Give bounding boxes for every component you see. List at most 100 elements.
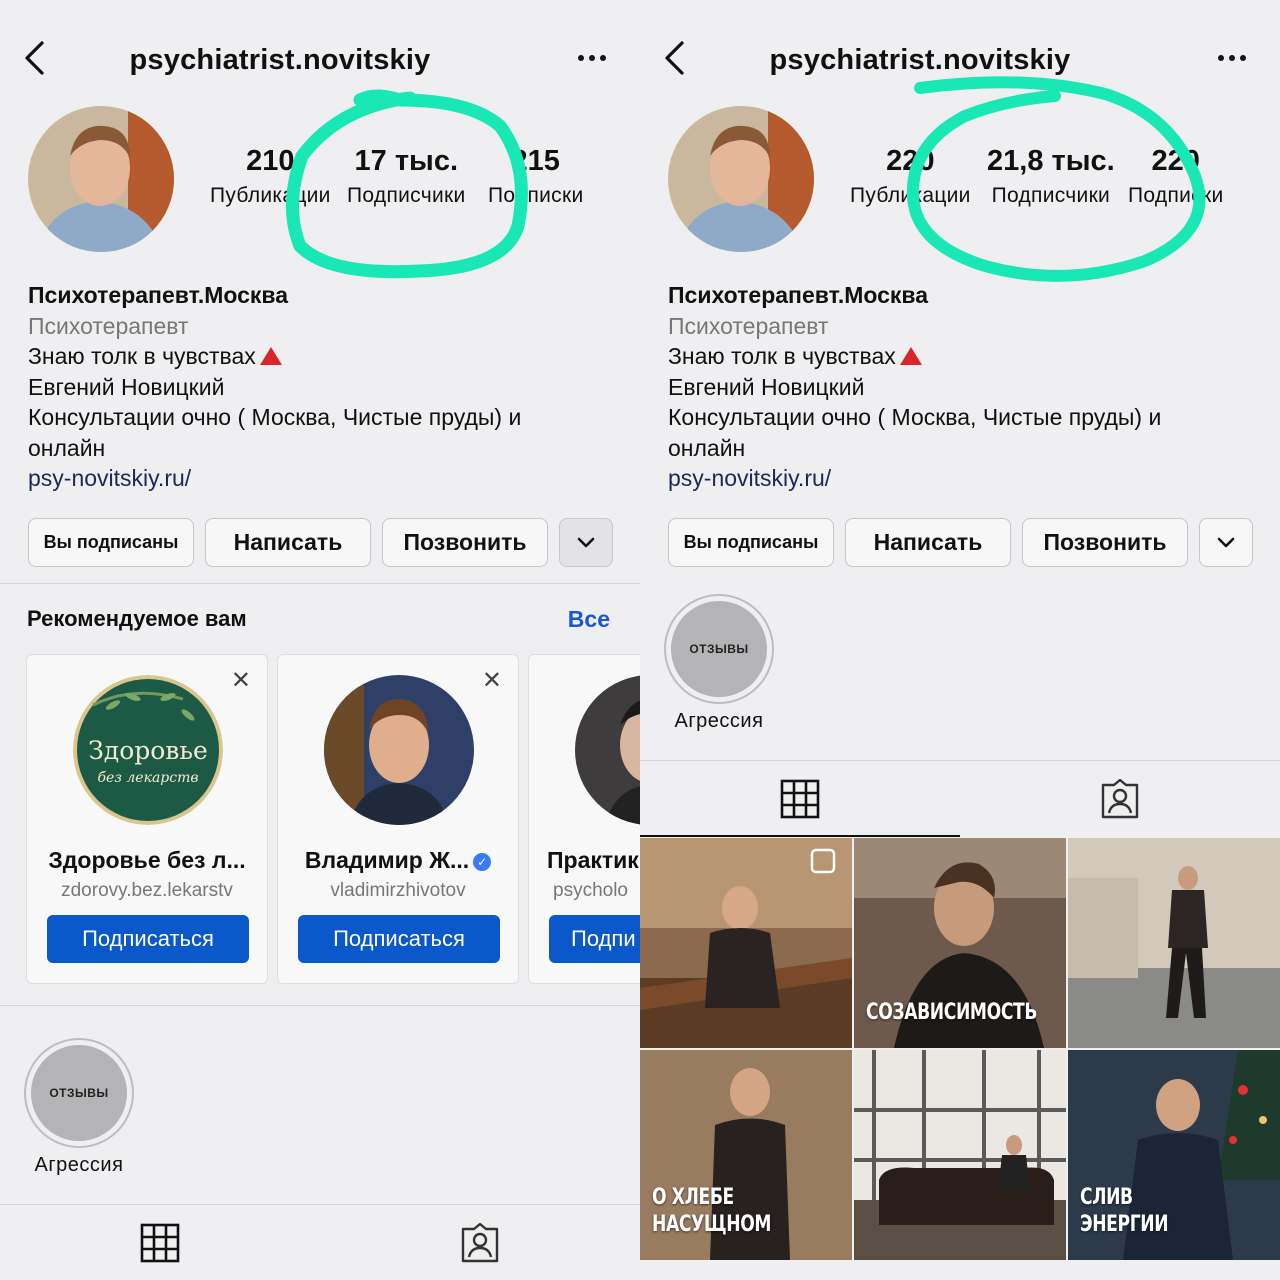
profile-avatar[interactable] [28, 106, 174, 252]
post-caption: О ХЛЕБЕ НАСУЩНОМ [652, 1184, 772, 1238]
followers-stat[interactable]: 21,8 тыс. Подписчики [987, 145, 1115, 208]
subscribed-button[interactable]: Вы подписаны [668, 518, 834, 567]
post-caption: СЛИВ ЭНЕРГИИ [1080, 1184, 1169, 1238]
profile-username: psychiatrist.novitskiy [769, 44, 1071, 76]
posts-stat[interactable]: 210 Публикации [210, 145, 331, 208]
suggestion-card[interactable]: Практик psycholo Подпи [528, 654, 640, 984]
subscribed-button[interactable]: Вы подписаны [28, 518, 194, 567]
suggestion-avatar[interactable] [575, 675, 640, 825]
story-highlight[interactable]: ОТЗЫВЫ [24, 1038, 134, 1148]
tab-posts[interactable] [640, 761, 960, 837]
avatar-subtitle-text: без лекарств [97, 770, 198, 786]
post-caption-line: О ХЛЕБЕ [652, 1185, 734, 1210]
bio-name: Психотерапевт.Москва [28, 282, 289, 308]
profile-bio: Психотерапевт.Москва Психотерапевт Знаю … [28, 280, 628, 494]
followers-count: 17 тыс. [354, 145, 458, 177]
suggestion-name-text: Владимир Ж... [304, 847, 470, 873]
bio-line: онлайн [668, 434, 746, 461]
followers-label: Подписчики [347, 184, 466, 207]
suggestion-name[interactable]: Владимир Ж... ✓ [278, 847, 518, 874]
post-thumbnail[interactable]: СЛИВ ЭНЕРГИИ [1068, 1050, 1280, 1260]
bio-name: Психотерапевт.Москва [668, 282, 929, 308]
post-caption-line: ЭНЕРГИИ [1080, 1212, 1169, 1237]
post-thumbnail[interactable]: О ХЛЕБЕ НАСУЩНОМ [640, 1050, 852, 1260]
post-caption-line: СЛИВ [1080, 1185, 1133, 1210]
suggestion-card[interactable]: ✕ Здоровье без лекарств Здоровье без л..… [26, 654, 268, 984]
tagged-icon [461, 1223, 499, 1263]
bio-line: Евгений Новицкий [668, 373, 865, 400]
tab-posts[interactable] [0, 1205, 320, 1280]
follow-button[interactable]: Подписаться [47, 915, 249, 963]
verified-icon: ✓ [473, 853, 492, 871]
bio-line: Консультации очно ( Москва, Чистые пруды… [668, 404, 1162, 430]
tagged-icon [1101, 779, 1139, 819]
left-screenshot: psychiatrist.novitskiy 210 Публикации 17… [0, 0, 640, 1280]
profile-header: psychiatrist.novitskiy [640, 0, 1280, 110]
bio-line: Консультации очно ( Москва, Чистые пруды… [28, 404, 522, 430]
suggestion-handle: vladimirzhivotov [330, 880, 466, 901]
following-count: 220 [1151, 145, 1200, 177]
follow-button[interactable]: Подписаться [298, 915, 500, 963]
more-icon[interactable] [1218, 55, 1246, 61]
profile-avatar[interactable] [668, 106, 814, 252]
message-button[interactable]: Написать [205, 518, 371, 567]
following-label: Подписки [1128, 184, 1224, 207]
post-caption: СОЗАВИСИМОСТЬ [866, 1000, 1038, 1025]
bio-link[interactable]: psy-novitskiy.ru/ [28, 463, 628, 494]
bio-line-text: Знаю толк в чувствах [28, 343, 256, 369]
post-thumbnail[interactable] [1068, 838, 1280, 1048]
following-count: 215 [511, 145, 560, 177]
bio-category: Психотерапевт [668, 312, 829, 339]
suggestion-avatar[interactable] [324, 675, 474, 825]
profile-stats: 210 Публикации 17 тыс. Подписчики 215 По… [200, 145, 620, 225]
post-thumbnail[interactable] [854, 1050, 1066, 1260]
divider [0, 1005, 640, 1006]
suggestion-name[interactable]: Здоровье без л... [27, 847, 267, 874]
bio-line-text: Знаю толк в чувствах [668, 343, 896, 369]
suggestions-toggle-button[interactable] [1199, 518, 1253, 567]
bio-line: онлайн [28, 434, 106, 461]
chevron-down-icon [1217, 537, 1235, 547]
posts-stat[interactable]: 220 Публикации [850, 145, 971, 208]
suggestion-handle: zdorovy.bez.lekarstv [61, 880, 233, 901]
follow-button[interactable]: Подпи [549, 915, 640, 963]
followers-stat[interactable]: 17 тыс. Подписчики [347, 145, 466, 208]
more-icon[interactable] [578, 55, 606, 61]
following-stat[interactable]: 220 Подписки [1128, 145, 1224, 208]
bio-line: Знаю толк в чувствах [28, 341, 628, 372]
message-button[interactable]: Написать [845, 518, 1011, 567]
profile-tabs [0, 1205, 640, 1280]
see-all-link[interactable]: Все [568, 606, 610, 633]
bio-link[interactable]: psy-novitskiy.ru/ [668, 463, 1268, 494]
suggestions-toggle-button[interactable] [559, 518, 613, 567]
red-triangle-icon [259, 347, 282, 365]
suggestion-name[interactable]: Практик [529, 847, 640, 874]
chevron-down-icon [577, 537, 595, 547]
tab-tagged[interactable] [320, 1205, 640, 1280]
post-thumbnail[interactable]: СОЗАВИСИМОСТЬ [854, 838, 1066, 1048]
following-stat[interactable]: 215 Подписки [488, 145, 584, 208]
bio-line: Евгений Новицкий [28, 373, 225, 400]
posts-label: Публикации [210, 184, 331, 207]
bio-line: Знаю толк в чувствах [668, 341, 1268, 372]
followers-label: Подписчики [991, 184, 1111, 207]
close-icon[interactable]: ✕ [231, 669, 251, 693]
following-label: Подписки [488, 184, 584, 207]
suggestion-avatar[interactable]: Здоровье без лекарств [73, 675, 223, 825]
suggestion-card[interactable]: ✕ Владимир Ж... ✓ vladimirzhivotov Подпис… [277, 654, 519, 984]
suggestion-handle: psycholo [553, 880, 628, 901]
tab-tagged[interactable] [960, 761, 1280, 837]
profile-stats: 220 Публикации 21,8 тыс. Подписчики 220 … [840, 145, 1260, 225]
avatar-title-text: Здоровье [88, 736, 208, 765]
profile-bio: Психотерапевт.Москва Психотерапевт Знаю … [668, 280, 1268, 494]
profile-tabs [640, 761, 1280, 837]
grid-icon [780, 779, 820, 819]
bio-category: Психотерапевт [28, 312, 189, 339]
post-thumbnail[interactable] [640, 838, 852, 1048]
followers-count: 21,8 тыс. [987, 145, 1115, 177]
call-button[interactable]: Позвонить [1022, 518, 1188, 567]
story-highlight[interactable]: ОТЗЫВЫ [664, 594, 774, 704]
close-icon[interactable]: ✕ [482, 669, 502, 693]
call-button[interactable]: Позвонить [382, 518, 548, 567]
posts-label: Публикации [850, 184, 971, 207]
